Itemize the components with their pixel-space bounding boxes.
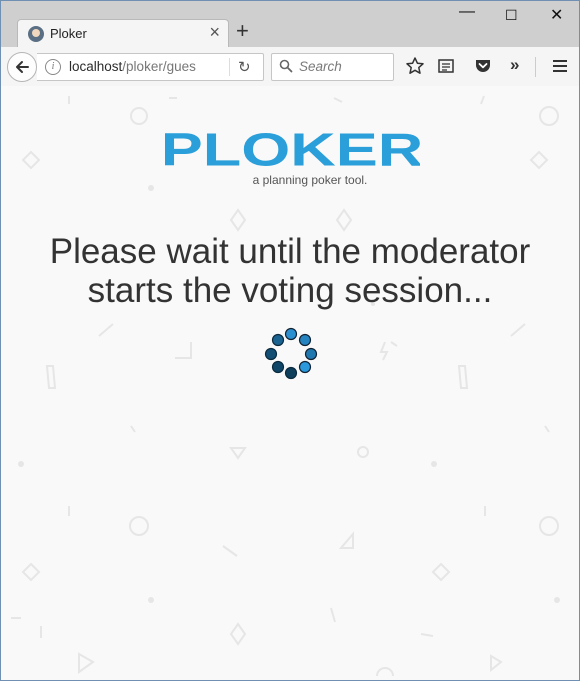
tagline: a planning poker tool. — [252, 173, 368, 187]
info-icon[interactable]: i — [45, 59, 61, 75]
tab-ploker[interactable]: Ploker × — [17, 19, 229, 48]
search-placeholder: Search — [299, 59, 342, 74]
maximize-button[interactable]: ☐ — [505, 7, 518, 24]
new-tab-button[interactable]: + — [236, 20, 249, 42]
back-button[interactable] — [7, 52, 37, 82]
waiting-message: Please wait until the moderator starts t… — [1, 232, 579, 310]
url-path: /ploker/gues — [122, 59, 196, 74]
message-line-2: starts the voting session... — [87, 271, 493, 310]
minimize-button[interactable]: — — [459, 3, 475, 21]
logo-text: PLOKER — [165, 123, 420, 175]
browser-window: Ploker × + — ☐ ✕ i localhost/ploker/gues… — [0, 0, 580, 681]
url-text[interactable]: localhost/ploker/gues — [69, 59, 239, 74]
reload-icon[interactable]: ↻ — [238, 58, 251, 76]
reader-icon[interactable] — [436, 56, 456, 76]
overflow-icon[interactable]: » — [510, 55, 530, 75]
url-divider — [229, 58, 230, 76]
message-line-1: Please wait until the moderator — [49, 232, 531, 271]
close-window-button[interactable]: ✕ — [550, 5, 563, 25]
url-bar[interactable]: i localhost/ploker/gues ↻ — [37, 53, 264, 81]
tab-close-icon[interactable]: × — [209, 22, 220, 43]
search-icon — [279, 59, 293, 73]
pocket-icon[interactable] — [473, 56, 493, 76]
loading-spinner-icon — [264, 327, 318, 380]
search-input[interactable]: Search — [271, 53, 394, 81]
back-icon — [16, 61, 29, 73]
navigation-bar: i localhost/ploker/gues ↻ Search » — [1, 47, 579, 87]
page-content: PLOKER a planning poker tool. Please wai… — [1, 86, 579, 680]
star-icon[interactable] — [405, 56, 425, 76]
tab-title: Ploker — [50, 26, 87, 41]
toolbar-divider — [535, 57, 536, 77]
url-host: localhost — [69, 59, 123, 74]
menu-icon[interactable] — [550, 56, 570, 76]
favicon-icon — [28, 26, 44, 42]
tab-strip: Ploker × + — ☐ ✕ — [1, 1, 579, 48]
